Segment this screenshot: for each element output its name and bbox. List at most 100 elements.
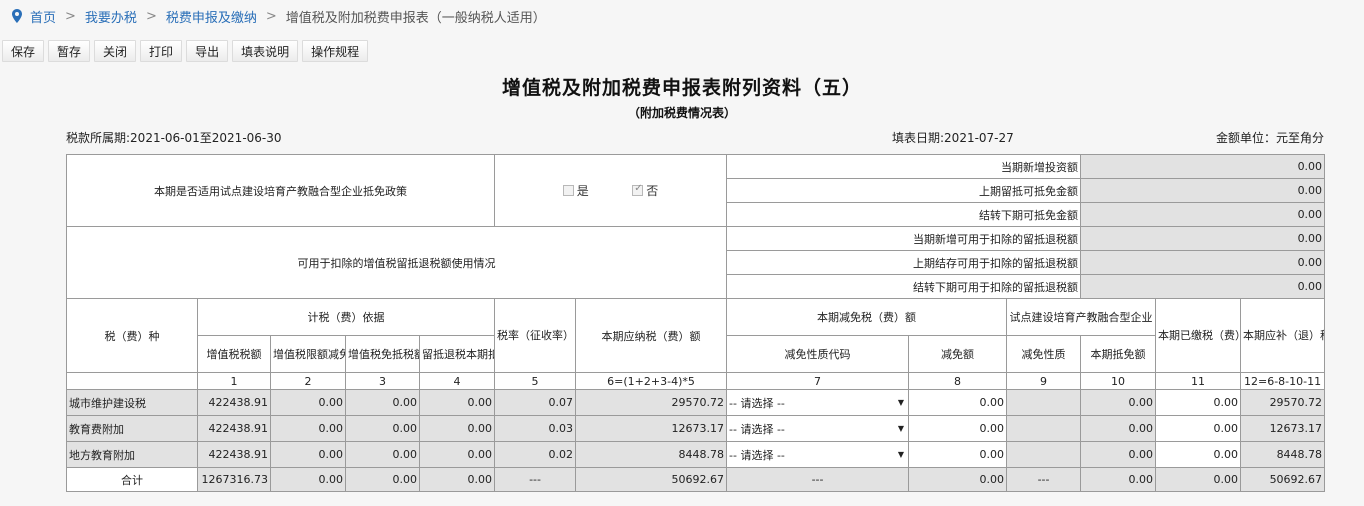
- reduction-code-select[interactable]: -- 请选择 -- ▼: [726, 441, 910, 468]
- pilot-offset: 0.00: [1080, 415, 1157, 442]
- fill-date: 填表日期:2021-07-27: [892, 131, 1014, 145]
- location-pin-icon: [12, 9, 22, 23]
- column-number: 8: [908, 372, 1008, 390]
- dropdown-arrow-icon: ▼: [897, 450, 905, 459]
- refund-new-label: 当期新增可用于扣除的留抵退税额: [726, 226, 1082, 251]
- header-reduction-amount: 减免额: [908, 335, 1008, 373]
- new-investment-value: 0.00: [1080, 154, 1326, 179]
- save-button[interactable]: 保存: [2, 40, 45, 62]
- header-pilot-offset: 本期抵免额: [1080, 335, 1157, 373]
- export-button[interactable]: 导出: [186, 40, 229, 62]
- reduction-code-value: -- 请选择 --: [729, 396, 785, 410]
- total-reduction-amount: 0.00: [908, 467, 1008, 492]
- header-reduction-code: 减免性质代码: [726, 335, 910, 373]
- draft-button[interactable]: 暂存: [48, 40, 91, 62]
- due: 29570.72: [1240, 389, 1326, 416]
- policy-yes-label: 是: [576, 184, 589, 198]
- total-exempt-offset: 0.00: [345, 467, 420, 492]
- total-refund-deduct: 0.00: [418, 467, 496, 492]
- print-button[interactable]: 打印: [140, 40, 183, 62]
- policy-options: 是 否: [494, 154, 728, 227]
- prior-offset-value: 0.00: [1080, 178, 1326, 203]
- payable: 29570.72: [575, 389, 728, 416]
- exempt-offset: 0.00: [345, 415, 420, 442]
- dropdown-arrow-icon: ▼: [897, 398, 905, 407]
- policy-question: 本期是否适用试点建设培育产教融合型企业抵免政策: [65, 154, 496, 227]
- refund-prior-value: 0.00: [1080, 250, 1326, 275]
- vat-amount: 422438.91: [197, 415, 271, 442]
- refund-deduct: 0.00: [418, 389, 496, 416]
- pilot-offset: 0.00: [1080, 389, 1157, 416]
- policy-yes-checkbox[interactable]: [562, 185, 574, 196]
- page-title: 增值税及附加税费申报表附列资料（五）: [501, 77, 862, 99]
- refund-deduct: 0.00: [418, 441, 496, 468]
- table-row: 城市维护建设税 422438.91 0.00 0.00 0.00 0.07 29…: [66, 389, 1326, 416]
- table-row: 教育费附加 422438.91 0.00 0.00 0.00 0.03 1267…: [66, 415, 1326, 442]
- toolbar: 保存 暂存 关闭 打印 导出 填表说明 操作规程: [2, 40, 369, 62]
- header-tax-type: 税（费）种: [66, 298, 198, 373]
- breadcrumb-home[interactable]: 首页: [30, 7, 56, 26]
- total-paid: 0.00: [1155, 467, 1242, 492]
- page-subtitle: （附加税费情况表）: [627, 106, 736, 120]
- reduction-code-value: -- 请选择 --: [729, 448, 785, 462]
- column-number: 9: [1006, 372, 1082, 390]
- refund-new-value: 0.00: [1080, 226, 1326, 251]
- payable: 12673.17: [575, 415, 728, 442]
- refund-usage-label: 可用于扣除的增值税留抵退税额使用情况: [65, 226, 728, 299]
- tax-period: 税款所属期:2021-06-01至2021-06-30: [66, 131, 282, 145]
- reduction-amount-input[interactable]: 0.00: [908, 389, 1008, 416]
- column-number: 11: [1155, 372, 1242, 390]
- policy-no-checkbox[interactable]: [632, 183, 644, 196]
- pilot-offset: 0.00: [1080, 441, 1157, 468]
- pilot-code: [1006, 415, 1082, 442]
- amount-unit: 金额单位：元至角分: [1215, 131, 1324, 145]
- breadcrumb-current: 增值税及附加税费申报表（一般纳税人适用）: [285, 10, 546, 26]
- breadcrumb-declaration[interactable]: 税费申报及缴纳: [166, 7, 257, 26]
- header-pilot-code: 减免性质: [1006, 335, 1082, 373]
- refund-carry-value: 0.00: [1080, 274, 1326, 299]
- column-number: 2: [270, 372, 346, 390]
- reduction-amount-input[interactable]: 0.00: [908, 415, 1008, 442]
- fill-guide-button[interactable]: 填表说明: [232, 40, 299, 62]
- tax-name: 教育费附加: [66, 415, 198, 442]
- dropdown-arrow-icon: ▼: [897, 424, 905, 433]
- breadcrumb-tax-services[interactable]: 我要办税: [85, 7, 137, 26]
- pilot-code: [1006, 441, 1082, 468]
- header-due: 本期应补（退）税（费）额: [1240, 298, 1326, 373]
- limit-exempt: 0.00: [270, 389, 346, 416]
- tax-rate: 0.07: [494, 389, 577, 416]
- table-row: 地方教育附加 422438.91 0.00 0.00 0.00 0.02 844…: [66, 441, 1326, 468]
- due: 8448.78: [1240, 441, 1326, 468]
- carry-offset-label: 结转下期可抵免金额: [726, 202, 1082, 227]
- column-number: 1: [197, 372, 271, 390]
- column-number: 6=(1+2+3-4)*5: [575, 372, 728, 390]
- policy-no-label: 否: [646, 184, 659, 198]
- header-basis: 计税（费）依据: [196, 298, 496, 336]
- paid-input[interactable]: 0.00: [1155, 389, 1242, 416]
- paid-input[interactable]: 0.00: [1155, 415, 1242, 442]
- column-number: 7: [726, 372, 910, 390]
- refund-prior-label: 上期结存可用于扣除的留抵退税额: [726, 250, 1082, 275]
- total-payable: 50692.67: [575, 467, 728, 492]
- header-pilot: 试点建设培育产教融合型企业: [1006, 298, 1157, 336]
- surtax-table: 本期是否适用试点建设培育产教融合型企业抵免政策 是 否 当期新增投资额 0.00…: [65, 154, 1326, 492]
- total-row: 合计 1267316.73 0.00 0.00 0.00 --- 50692.6…: [66, 467, 1326, 492]
- operation-rules-button[interactable]: 操作规程: [302, 40, 369, 62]
- breadcrumb: 首页 > 我要办税 > 税费申报及缴纳 > 增值税及附加税费申报表（一般纳税人适…: [12, 6, 546, 26]
- header-limit-exempt: 增值税限额减免金额: [270, 335, 346, 373]
- total-rate: ---: [494, 467, 577, 492]
- reduction-amount-input[interactable]: 0.00: [908, 441, 1008, 468]
- column-number-blank: [66, 372, 198, 390]
- header-payable: 本期应纳税（费）额: [575, 298, 728, 373]
- reduction-code-select[interactable]: -- 请选择 -- ▼: [726, 389, 910, 416]
- exempt-offset: 0.00: [345, 441, 420, 468]
- header-refund-deduct: 留抵退税本期扣除额: [418, 335, 496, 373]
- close-button[interactable]: 关闭: [94, 40, 137, 62]
- column-number: 4: [418, 372, 496, 390]
- tax-name: 地方教育附加: [66, 441, 198, 468]
- limit-exempt: 0.00: [270, 415, 346, 442]
- reduction-code-select[interactable]: -- 请选择 -- ▼: [726, 415, 910, 442]
- column-number: 5: [494, 372, 577, 390]
- total-pilot-offset: 0.00: [1080, 467, 1157, 492]
- paid-input[interactable]: 0.00: [1155, 441, 1242, 468]
